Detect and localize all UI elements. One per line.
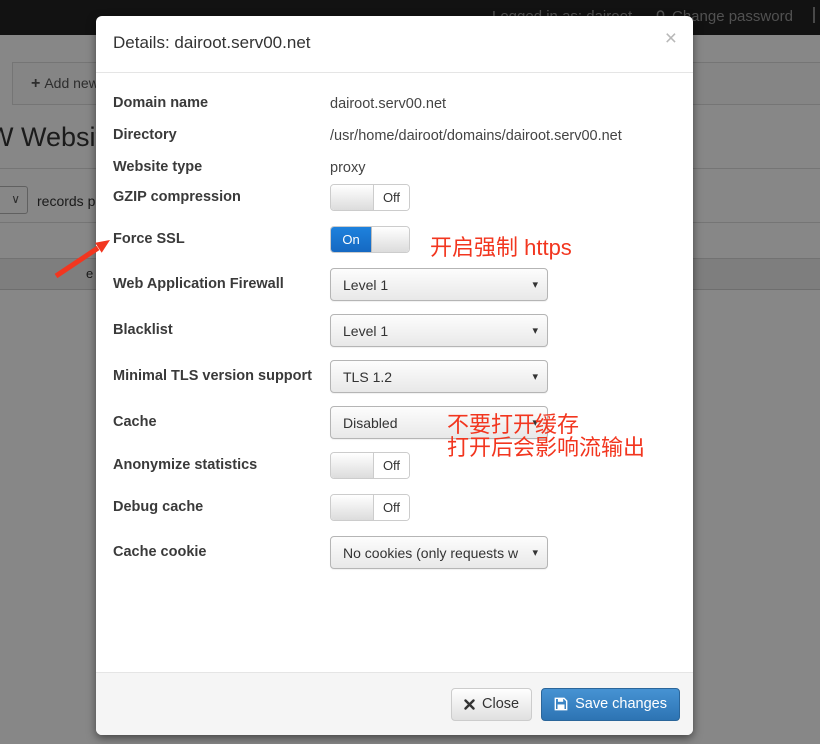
close-button-label: Close [482, 696, 519, 712]
field-label: Domain name [113, 95, 330, 112]
modal-row-gzip-compression: GZIP compression Off [113, 184, 675, 211]
selected-value: TLS 1.2 [343, 369, 392, 385]
anonymize-statistics-toggle[interactable]: Off [330, 452, 410, 479]
close-button[interactable]: Close [451, 688, 532, 721]
modal-row-blacklist: Blacklist Level 1 ▾ [113, 314, 675, 347]
field-label: Anonymize statistics [113, 457, 330, 474]
save-button-label: Save changes [575, 696, 667, 712]
minimal-tls-version-support-select[interactable]: TLS 1.2 ▾ [330, 360, 548, 393]
modal-row-directory: Directory/usr/home/dairoot/domains/dairo… [113, 120, 675, 152]
modal-row-web-application-firewall: Web Application Firewall Level 1 ▾ [113, 268, 675, 301]
field-label: Minimal TLS version support [113, 368, 330, 385]
field-label: Cache cookie [113, 544, 330, 561]
modal-row-minimal-tls-version-support: Minimal TLS version support TLS 1.2 ▾ [113, 360, 675, 393]
floppy-disk-icon [554, 697, 568, 711]
toggle-knob [331, 185, 374, 210]
field-label: GZIP compression [113, 189, 330, 206]
debug-cache-toggle[interactable]: Off [330, 494, 410, 521]
modal-footer: Close Save changes [96, 672, 693, 735]
modal-body: Domain namedairoot.serv00.netDirectory/u… [96, 73, 693, 672]
toggle-knob [331, 495, 374, 520]
field-value: /usr/home/dairoot/domains/dairoot.serv00… [330, 128, 622, 144]
force-ssl-toggle[interactable]: On [330, 226, 410, 253]
modal-header: Details: dairoot.serv00.net × [96, 16, 693, 73]
chevron-down-icon: ▾ [532, 278, 538, 291]
cache-annotation: 不要打开缓存 打开后会影响流输出 [447, 413, 645, 459]
chevron-down-icon: ▾ [532, 370, 538, 383]
modal-row-debug-cache: Debug cache Off [113, 494, 675, 521]
cache-annotation-line2: 打开后会影响流输出 [447, 436, 645, 459]
toggle-state-label: Off [374, 185, 409, 210]
modal-title: Details: dairoot.serv00.net [113, 33, 311, 52]
modal-row-force-ssl: Force SSLOn [113, 226, 675, 253]
field-label: Directory [113, 127, 330, 144]
red-arrow-annotation [48, 232, 118, 284]
x-icon [464, 699, 475, 710]
page: Logged in as: dairoot Change password +A… [0, 0, 820, 744]
modal-row-domain-name: Domain namedairoot.serv00.net [113, 88, 675, 120]
field-label: Website type [113, 159, 330, 176]
toggle-state-label: Off [374, 495, 409, 520]
field-value: proxy [330, 160, 365, 176]
cache-annotation-line1: 不要打开缓存 [447, 413, 645, 436]
selected-value: Level 1 [343, 277, 388, 293]
chevron-down-icon: ▾ [532, 546, 538, 559]
toggle-state-label: Off [374, 453, 409, 478]
save-changes-button[interactable]: Save changes [541, 688, 680, 721]
toggle-state-label: On [331, 227, 371, 252]
close-icon[interactable]: × [665, 28, 677, 49]
field-label: Force SSL [113, 231, 330, 248]
details-modal: Details: dairoot.serv00.net × Domain nam… [96, 16, 693, 735]
toggle-knob [331, 453, 374, 478]
field-value: dairoot.serv00.net [330, 96, 446, 112]
selected-value: Level 1 [343, 323, 388, 339]
selected-value: No cookies (only requests w [343, 545, 518, 561]
field-label: Blacklist [113, 322, 330, 339]
toggle-knob [371, 227, 409, 252]
gzip-compression-toggle[interactable]: Off [330, 184, 410, 211]
field-label: Debug cache [113, 499, 330, 516]
blacklist-select[interactable]: Level 1 ▾ [330, 314, 548, 347]
modal-row-website-type: Website typeproxy [113, 152, 675, 184]
chevron-down-icon: ▾ [532, 324, 538, 337]
field-label: Cache [113, 414, 330, 431]
selected-value: Disabled [343, 415, 397, 431]
cache-cookie-select[interactable]: No cookies (only requests w ▾ [330, 536, 548, 569]
field-label: Web Application Firewall [113, 276, 330, 293]
modal-row-cache-cookie: Cache cookie No cookies (only requests w ▾ [113, 536, 675, 569]
force-ssl-annotation: 开启强制 https [430, 236, 572, 259]
web-application-firewall-select[interactable]: Level 1 ▾ [330, 268, 548, 301]
